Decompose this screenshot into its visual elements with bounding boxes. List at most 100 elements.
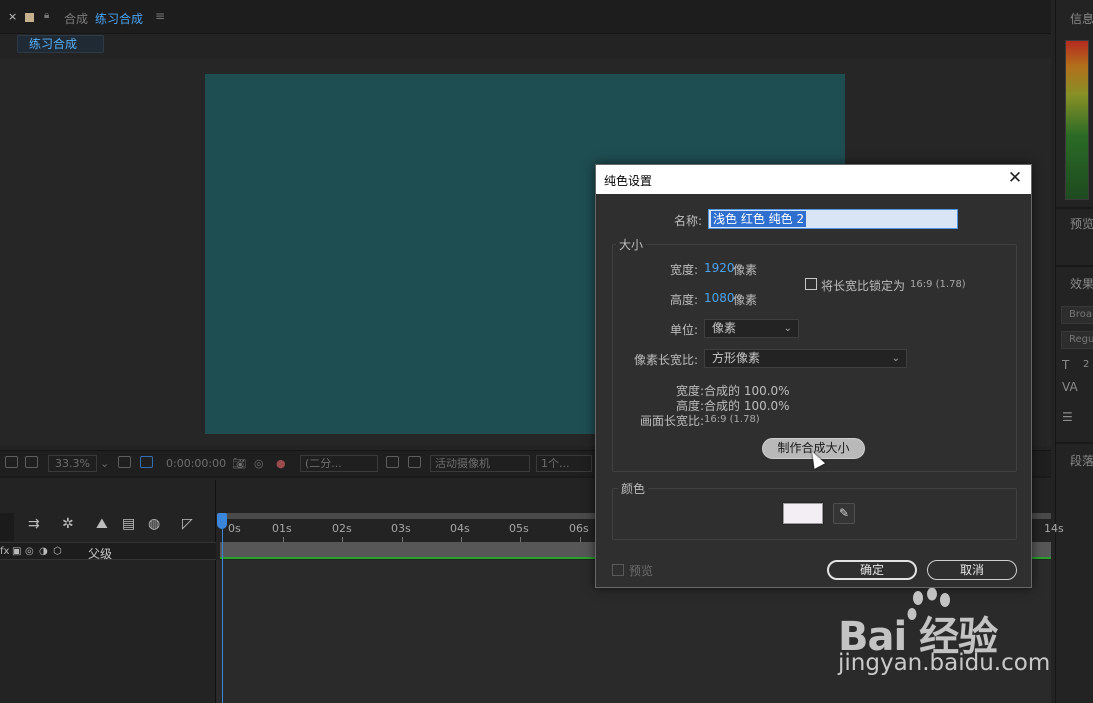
motion-blur-column-icon[interactable]: ◎ <box>25 546 34 557</box>
graph-editor-icon[interactable]: ◸ <box>182 516 193 532</box>
camera-select[interactable]: 活动摄像机 <box>430 455 530 472</box>
name-input-value: 浅色 红色 纯色 2 <box>711 211 807 227</box>
panel-separator <box>1056 207 1093 209</box>
layer-columns-header: fx ▣ ◎ ◑ ⬡ 父级 <box>0 542 216 562</box>
audio-meter <box>1065 40 1089 200</box>
cancel-button[interactable]: 取消 <box>927 560 1017 580</box>
comp-color-swatch-icon <box>25 13 34 22</box>
region-of-interest-icon[interactable] <box>5 456 18 468</box>
zoom-select[interactable]: 33.3% <box>48 455 97 472</box>
grid-icon[interactable] <box>118 456 131 468</box>
info-panel-title[interactable]: 信息 <box>1070 10 1093 27</box>
fast-preview-icon[interactable] <box>386 456 399 468</box>
draft-3d-icon[interactable]: ✲ <box>62 516 74 532</box>
height-label: 高度: <box>669 293 698 307</box>
current-time[interactable]: 0:00:00:00 <box>166 457 226 470</box>
tick-label: 0s <box>228 522 241 535</box>
dialog-title: 纯色设置 <box>604 174 653 188</box>
lock-aspect-checkbox[interactable] <box>805 278 817 290</box>
panel-separator <box>1056 265 1093 267</box>
comp-subtab[interactable]: 练习合成 <box>17 35 104 53</box>
zoom-chevron-icon[interactable]: ⌄ <box>100 457 109 470</box>
chevron-down-icon: ⌄ <box>783 323 792 334</box>
preview-label[interactable]: 预览 <box>629 562 653 579</box>
close-icon[interactable]: ✕ <box>1005 168 1025 188</box>
timeline-layer-outline: ⇉ ✲ ⛰︎ ▤ ◍ ◸ fx ▣ ◎ ◑ ⬡ 父级 <box>0 480 216 703</box>
shy-layers-icon[interactable]: ⛰︎ <box>96 516 108 532</box>
baidu-jingyan-watermark: Bai 经验 jingyan.baidu.com <box>838 588 1053 698</box>
lock-icon[interactable]: 🔒︎ <box>44 10 49 21</box>
tick-label: 04s <box>450 522 470 535</box>
width-value[interactable]: 1920 <box>704 261 735 275</box>
units-label: 单位: <box>669 323 698 337</box>
solid-settings-dialog: 纯色设置 ✕ 名称: 浅色 红色 纯色 2 大小 宽度: 1920 像素 高度:… <box>595 164 1032 588</box>
channel-icon[interactable]: ● <box>276 457 286 470</box>
toggle-transparency-icon[interactable] <box>408 456 421 468</box>
tab-kind-label: 合成 <box>64 12 89 26</box>
panel-menu-icon[interactable]: ≡ <box>155 9 165 23</box>
kerning-icon: VA <box>1062 380 1078 394</box>
units-select-value: 像素 <box>712 321 737 335</box>
width-unit: 像素 <box>733 263 758 277</box>
tick-label: 02s <box>332 522 352 535</box>
frame-blend-column-icon[interactable]: ▣ <box>12 546 21 557</box>
font-size-value[interactable]: 2 <box>1083 359 1089 370</box>
right-panels: 信息 预览 效果 Broa Regu T 2 VA ☰ 段落 <box>1055 0 1093 703</box>
font-size-icon: T <box>1062 358 1070 372</box>
color-section-title: 颜色 <box>618 480 649 497</box>
height-value[interactable]: 1080 <box>704 291 735 305</box>
width-label: 宽度: <box>669 263 698 277</box>
name-label: 名称: <box>673 214 702 228</box>
frame-aspect-value: 16:9 (1.78) <box>704 414 760 425</box>
preview-checkbox[interactable] <box>612 564 624 576</box>
pct-height-value: 合成的 100.0% <box>704 399 790 413</box>
font-style-field[interactable]: Regu <box>1061 331 1093 349</box>
ok-button[interactable]: 确定 <box>827 560 917 580</box>
effects-panel-title[interactable]: 效果 <box>1070 275 1093 292</box>
name-input[interactable]: 浅色 红色 纯色 2 <box>708 209 958 229</box>
show-snapshot-icon[interactable]: ◎ <box>254 457 264 470</box>
tick-label: 14s <box>1044 522 1064 535</box>
snapshot-icon[interactable]: 📷︎ <box>232 457 246 470</box>
resolution-select[interactable]: (二分... <box>300 455 378 472</box>
size-section-title: 大小 <box>616 236 647 253</box>
chevron-down-icon: ⌄ <box>891 353 900 364</box>
tick-label: 01s <box>272 522 292 535</box>
tick-label: 06s <box>569 522 589 535</box>
panel-separator <box>1056 442 1093 444</box>
dialog-titlebar[interactable]: 纯色设置 ✕ <box>596 165 1031 194</box>
watermark-url: jingyan.baidu.com <box>838 650 1051 676</box>
tab-comp-name[interactable]: 练习合成 <box>95 10 143 27</box>
pixel-aspect-label: 像素长宽比: <box>633 353 698 367</box>
eyedropper-icon[interactable]: ✎ <box>833 503 855 524</box>
composition-tab-bar: × 🔒︎ 合成 练习合成 ≡ <box>0 0 1051 34</box>
timecode-area[interactable] <box>0 513 14 541</box>
frame-blending-icon[interactable]: ▤ <box>122 516 135 532</box>
views-select[interactable]: 1个... <box>536 455 592 472</box>
lock-aspect-label[interactable]: 将长宽比锁定为 <box>821 277 905 294</box>
transparency-grid-icon[interactable] <box>140 456 153 468</box>
parent-column-label[interactable]: 父级 <box>88 545 112 562</box>
motion-blur-icon[interactable]: ◍ <box>148 516 160 532</box>
units-select[interactable]: 像素 ⌄ <box>704 319 799 338</box>
tick-label: 03s <box>391 522 411 535</box>
composition-flowchart-icon[interactable]: ⇉ <box>28 516 40 532</box>
playhead-line[interactable] <box>222 520 223 703</box>
paragraph-panel-title[interactable]: 段落 <box>1070 452 1093 469</box>
height-unit: 像素 <box>733 293 758 307</box>
line-spacing-icon: ☰ <box>1062 410 1073 424</box>
tick-label: 05s <box>509 522 529 535</box>
3d-layer-icon[interactable]: ⬡ <box>53 546 62 557</box>
pixel-aspect-select[interactable]: 方形像素 ⌄ <box>704 349 907 368</box>
font-family-field[interactable]: Broa <box>1061 306 1093 324</box>
frame-aspect-label: 画面长宽比: <box>639 414 704 428</box>
fx-icon[interactable]: fx <box>0 546 9 557</box>
monitor-icon[interactable] <box>25 456 38 468</box>
pixel-aspect-select-value: 方形像素 <box>712 351 761 365</box>
color-swatch[interactable] <box>782 502 824 525</box>
tab-close-icon[interactable]: × <box>8 10 17 23</box>
playhead-handle[interactable] <box>217 513 227 529</box>
adjustment-layer-icon[interactable]: ◑ <box>39 546 48 557</box>
lock-aspect-value: 16:9 (1.78) <box>910 279 966 290</box>
preview-panel-title[interactable]: 预览 <box>1070 215 1093 232</box>
